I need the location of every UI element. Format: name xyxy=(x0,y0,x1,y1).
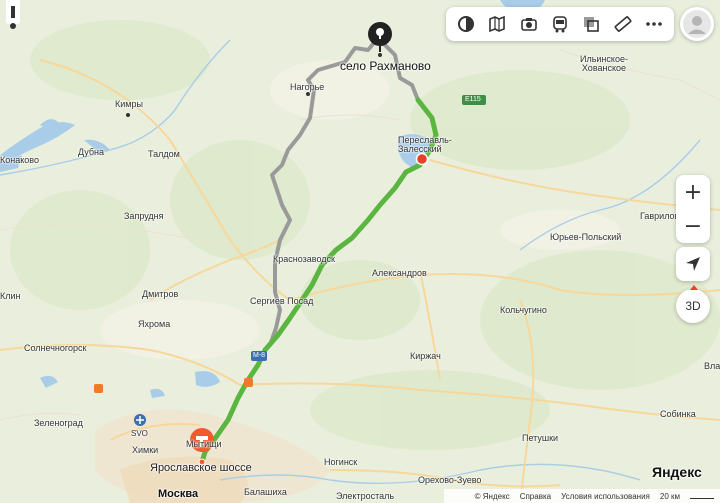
place-label-moskva[interactable]: Москва xyxy=(158,489,198,500)
location-arrow-icon xyxy=(686,257,700,271)
map-pin-icon[interactable] xyxy=(6,0,20,32)
fuel-icon[interactable] xyxy=(94,384,103,393)
user-avatar[interactable] xyxy=(680,7,714,41)
place-label-yaroslavskoe[interactable]: Ярославское шоссе xyxy=(150,463,252,474)
place-label-balashikha[interactable]: Балашиха xyxy=(244,488,287,497)
zoom-out-button[interactable]: − xyxy=(676,209,710,243)
place-label-yuryev[interactable]: Юрьев-Польский xyxy=(550,233,621,242)
place-label-aleksandrov[interactable]: Александров xyxy=(372,269,427,278)
map-type-icon[interactable] xyxy=(484,11,510,37)
place-label-nagorye[interactable]: Нагорье xyxy=(290,83,324,92)
place-label-kirzhach[interactable]: Киржач xyxy=(410,352,441,361)
road-label-e115: E115 xyxy=(465,96,481,103)
place-label-elektrostal[interactable]: Электросталь xyxy=(336,492,394,501)
place-label-krasnozavodsk[interactable]: Краснозаводск xyxy=(273,255,335,264)
more-icon[interactable] xyxy=(641,11,667,37)
place-label-gavrilov[interactable]: Гаврилов xyxy=(640,212,679,221)
transit-icon[interactable] xyxy=(547,11,573,37)
yandex-logo[interactable]: Яндекс xyxy=(652,465,702,479)
zoom-control: + − xyxy=(676,175,710,243)
route-start-dot[interactable] xyxy=(415,152,429,166)
place-label-mytishchi[interactable]: Мытищи xyxy=(186,440,222,449)
place-label-taldom[interactable]: Талдом xyxy=(148,150,180,159)
panorama-icon[interactable] xyxy=(516,11,542,37)
place-label-yakhroma[interactable]: Яхрома xyxy=(138,320,170,329)
fuel-icon[interactable] xyxy=(244,378,253,387)
map-canvas[interactable] xyxy=(0,0,720,503)
place-label-kolchugino[interactable]: Кольчугино xyxy=(500,306,547,315)
place-label-konakovo[interactable]: Конаково xyxy=(0,156,39,165)
place-label-rakhmanovo[interactable]: село Рахманово xyxy=(340,60,431,72)
map-toolbar xyxy=(446,7,674,41)
place-label-vla[interactable]: Вла xyxy=(704,362,720,371)
location-pin-icon[interactable] xyxy=(366,20,394,58)
place-label-sergiev[interactable]: Сергиев Посад xyxy=(250,297,313,306)
place-label-svo[interactable]: SVO xyxy=(131,430,148,438)
road-label-m8: M-8 xyxy=(253,352,266,359)
place-label-klin[interactable]: Клин xyxy=(0,292,21,301)
3d-label: 3D xyxy=(685,299,701,313)
help-link[interactable]: Справка xyxy=(520,492,551,501)
traffic-layer-icon[interactable] xyxy=(578,11,604,37)
place-label-noginsk[interactable]: Ногинск xyxy=(324,458,357,467)
place-label-kimry[interactable]: Кимры xyxy=(115,100,143,109)
place-label-zaprudnya[interactable]: Запрудня xyxy=(124,212,164,221)
layers-icon[interactable] xyxy=(453,11,479,37)
map-footer: © Яндекс Справка Условия использования 2… xyxy=(444,489,720,503)
3d-button[interactable]: 3D xyxy=(676,289,710,323)
my-location-button[interactable] xyxy=(676,247,710,281)
place-label-sobinka[interactable]: Собинка xyxy=(660,410,696,419)
terms-link[interactable]: Условия использования xyxy=(561,492,650,501)
ruler-icon[interactable] xyxy=(610,11,636,37)
place-label-petushki[interactable]: Петушки xyxy=(522,434,558,443)
airport-icon[interactable] xyxy=(134,414,146,426)
map-view[interactable]: село Рахманово Нагорье Ильинское- Хованс… xyxy=(0,0,720,503)
place-label-dmitrov[interactable]: Дмитров xyxy=(142,290,178,299)
scale-bar xyxy=(690,494,714,499)
compass-north-icon xyxy=(690,285,698,290)
place-label-zelenograd[interactable]: Зеленоград xyxy=(34,419,83,428)
copyright-link[interactable]: © Яндекс xyxy=(475,492,510,501)
place-label-orekhovo[interactable]: Орехово-Зуево xyxy=(418,476,481,485)
place-label-ilinskoe[interactable]: Ильинское- Хованское xyxy=(580,55,628,73)
place-label-pereslavl[interactable]: Переславль- Залесский xyxy=(398,136,452,154)
place-label-khimki[interactable]: Химки xyxy=(132,446,158,455)
scale-label: 20 км xyxy=(659,491,680,501)
place-label-dubna[interactable]: Дубна xyxy=(78,148,104,157)
place-label-solnechnogorsk[interactable]: Солнечногорск xyxy=(24,344,86,353)
zoom-in-button[interactable]: + xyxy=(676,175,710,209)
